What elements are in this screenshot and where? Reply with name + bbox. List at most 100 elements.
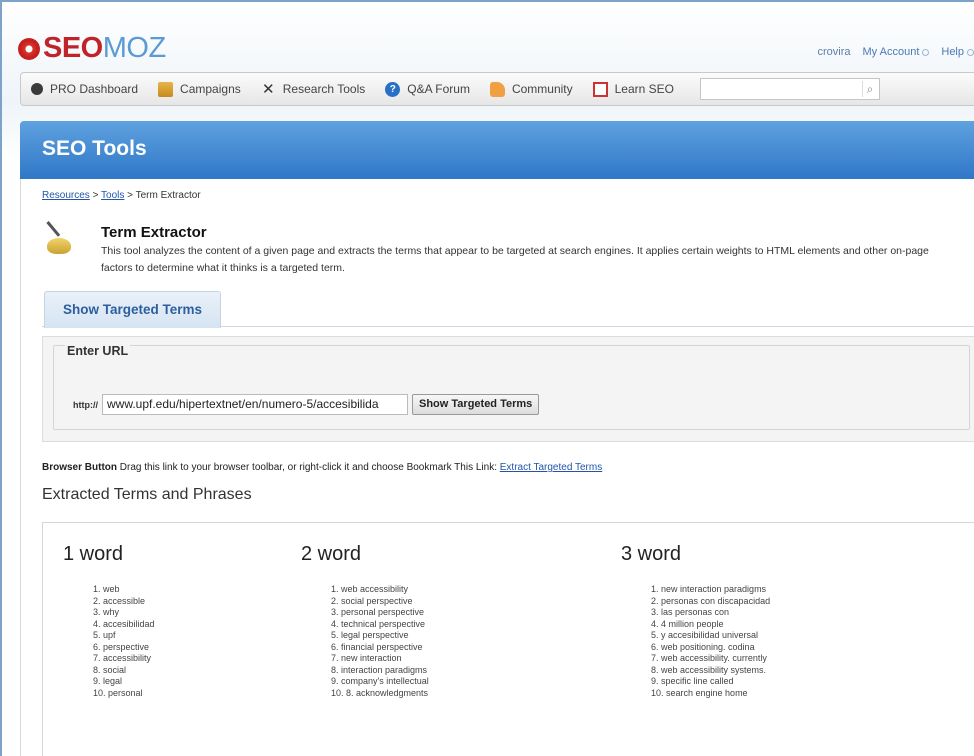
list-item: 3. personal perspective	[331, 607, 425, 617]
search-icon[interactable]: ⌕	[862, 81, 877, 97]
community-icon	[489, 81, 505, 97]
breadcrumb: Resources > Tools > Term Extractor	[42, 190, 201, 201]
help-dropdown-icon	[967, 48, 974, 56]
tool-description: This tool analyzes the content of a give…	[101, 245, 929, 274]
nav-qa-forum[interactable]: ? Q&A Forum	[375, 73, 480, 105]
list-item: 2. personas con discapacidad	[651, 595, 771, 606]
qa-icon: ?	[385, 81, 401, 97]
url-prefix: http://	[73, 399, 98, 410]
main-navbar: PRO Dashboard Campaigns ✕ Research Tools…	[20, 72, 974, 106]
extract-targeted-terms-link[interactable]: Extract Targeted Terms	[500, 462, 602, 473]
browser-button-note: Browser Button Drag this link to your br…	[42, 462, 602, 473]
url-fieldset	[53, 345, 970, 430]
column-title: 3 word	[621, 543, 682, 565]
nav-campaigns[interactable]: Campaigns	[148, 73, 251, 105]
url-form-panel: Enter URL http:// www.upf.edu/hipertextn…	[42, 336, 974, 442]
nav-research-tools[interactable]: ✕ Research Tools	[251, 73, 376, 105]
breadcrumb-separator: >	[124, 190, 136, 201]
list-item: 10. search engine home	[651, 687, 748, 698]
nav-label: PRO Dashboard	[50, 82, 139, 96]
tab-bar: Show Targeted Terms	[42, 291, 974, 328]
results-panel: 1 word 1. web 2. accessible 3. why 4. ac…	[42, 522, 974, 756]
list-item: 10. 8. acknowledgments	[331, 687, 429, 698]
campaigns-icon	[158, 81, 174, 97]
breadcrumb-resources[interactable]: Resources	[42, 190, 90, 201]
list-item: 5. legal perspective	[331, 630, 409, 640]
page-banner: SEO Tools	[20, 121, 974, 179]
nav-label: Campaigns	[180, 82, 241, 96]
list-item: 10. personal	[93, 687, 143, 698]
url-input[interactable]: www.upf.edu/hipertextnet/en/numero-5/acc…	[102, 394, 408, 415]
my-account-link[interactable]: My Account	[863, 46, 930, 58]
nav-community[interactable]: Community	[480, 73, 583, 105]
list-item: 1. new interaction paradigms	[651, 584, 767, 594]
logo-moz-text: MOZ	[102, 32, 166, 64]
list-item: 6. financial perspective	[331, 641, 423, 652]
page-frame: SEO MOZ crovira My Account Help PRO Dashb…	[0, 0, 974, 756]
seomoz-logo[interactable]: SEO MOZ	[18, 32, 166, 65]
my-account-label: My Account	[862, 46, 920, 58]
list-item: 8. interaction paradigms	[331, 664, 428, 675]
browser-button-text: Drag this link to your browser toolbar, …	[117, 462, 500, 473]
help-label: Help	[941, 46, 964, 58]
list-item: 4. accesibilidad	[93, 618, 155, 629]
list-item: 8. web accessibility systems.	[651, 664, 767, 675]
column-title: 2 word	[301, 543, 362, 565]
nav-label: Community	[511, 82, 573, 96]
term-list: 1. web accessibility 2. social perspecti…	[331, 584, 429, 699]
list-item: 4. technical perspective	[331, 618, 426, 629]
learn-icon	[592, 81, 608, 97]
column-1-word: 1 word 1. web 2. accessible 3. why 4. ac…	[63, 543, 155, 699]
site-search-input[interactable]: ⌕	[700, 78, 880, 100]
browser-button-label: Browser Button	[42, 462, 117, 473]
help-link[interactable]: Help	[941, 46, 974, 58]
top-links: crovira My Account Help	[818, 46, 974, 58]
breadcrumb-tools[interactable]: Tools	[101, 190, 124, 201]
column-3-word: 3 word 1. new interaction paradigms 2. p…	[621, 543, 770, 699]
list-item: 3. why	[93, 607, 120, 617]
tab-show-targeted-terms[interactable]: Show Targeted Terms	[44, 291, 222, 328]
logo-seo-text: SEO	[43, 32, 103, 64]
nav-label: Research Tools	[282, 82, 366, 96]
list-item: 6. web positioning. codina	[651, 641, 755, 652]
show-targeted-terms-button[interactable]: Show Targeted Terms	[412, 394, 540, 415]
list-item: 7. web accessibility. currently	[651, 653, 767, 663]
list-item: 2. accessible	[93, 595, 146, 606]
list-item: 3. las personas con	[651, 607, 730, 617]
my-account-dropdown-icon	[922, 48, 930, 56]
page-title: SEO Tools	[42, 137, 147, 160]
list-item: 7. new interaction	[331, 653, 402, 663]
list-item: 8. social	[93, 664, 127, 675]
tool-title: Term Extractor	[101, 224, 207, 241]
list-item: 9. company's intellectual	[331, 676, 429, 686]
dashboard-icon	[31, 83, 43, 95]
main-content: Resources > Tools > Term Extractor Term …	[20, 179, 974, 756]
logo-gear-icon	[18, 37, 40, 60]
url-row: http:// www.upf.edu/hipertextnet/en/nume…	[73, 394, 540, 415]
list-item: 7. accessibility	[93, 653, 152, 663]
list-item: 2. social perspective	[331, 595, 413, 606]
column-2-word: 2 word 1. web accessibility 2. social pe…	[301, 543, 429, 699]
list-item: 1. web accessibility	[331, 584, 409, 594]
nav-pro-dashboard[interactable]: PRO Dashboard	[21, 73, 148, 105]
nav-learn-seo[interactable]: Learn SEO	[583, 73, 684, 105]
tools-icon: ✕	[261, 80, 275, 98]
list-item: 4. 4 million people	[651, 618, 724, 629]
list-item: 9. specific line called	[651, 676, 734, 686]
breadcrumb-current: Term Extractor	[135, 190, 201, 201]
nav-label: Learn SEO	[614, 82, 674, 96]
list-item: 5. upf	[93, 630, 116, 640]
username-link[interactable]: crovira	[818, 46, 851, 58]
nav-label: Q&A Forum	[407, 82, 470, 96]
column-title: 1 word	[63, 543, 124, 565]
list-item: 9. legal	[93, 676, 123, 686]
term-list: 1. web 2. accessible 3. why 4. accesibil…	[93, 584, 155, 699]
term-extractor-icon	[43, 221, 73, 256]
term-list: 1. new interaction paradigms 2. personas…	[651, 584, 770, 699]
breadcrumb-separator: >	[89, 190, 102, 201]
extracted-heading: Extracted Terms and Phrases	[42, 486, 252, 503]
list-item: 1. web	[93, 584, 120, 594]
list-item: 6. perspective	[93, 641, 150, 652]
list-item: 5. y accesibilidad universal	[651, 630, 759, 640]
url-legend: Enter URL	[65, 344, 131, 358]
